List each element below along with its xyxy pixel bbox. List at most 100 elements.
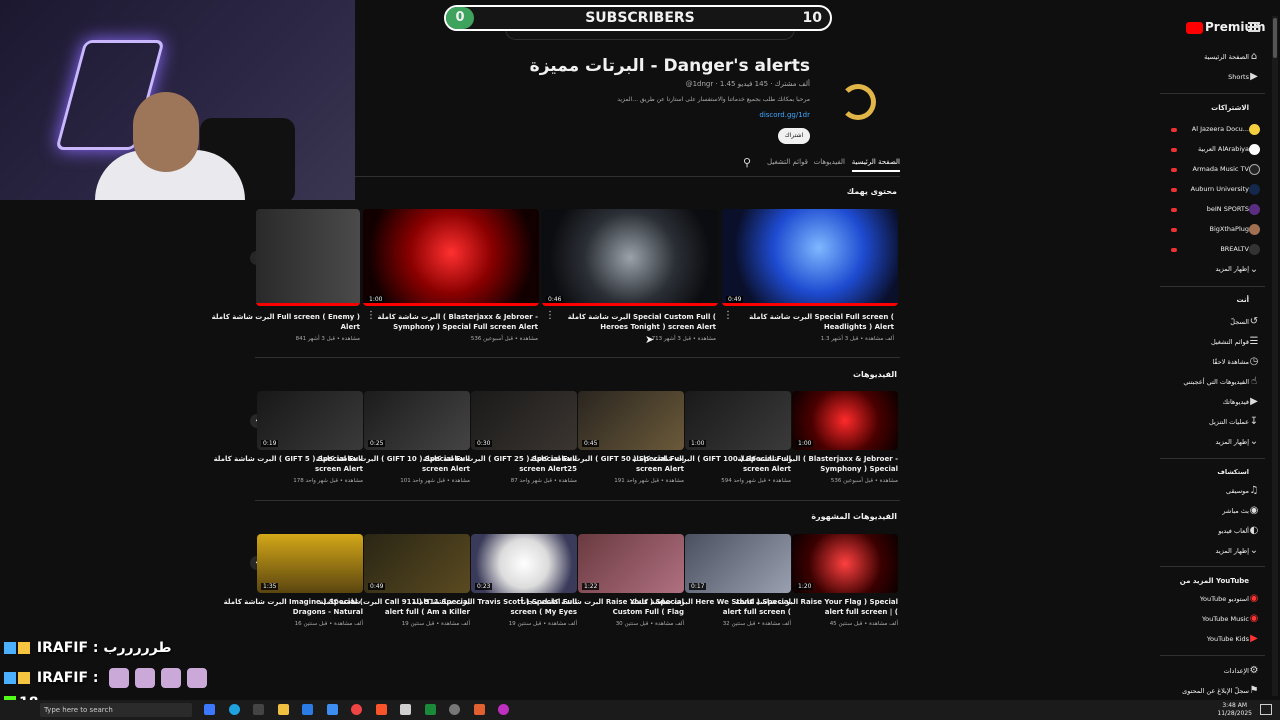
app-icon[interactable] <box>425 704 436 715</box>
video-title[interactable]: البرت شاشة كاملة ( GIFT 5 ) Special Full… <box>193 454 363 474</box>
sidebar-item-downloads[interactable]: عمليات التنزيل <box>1209 418 1249 426</box>
folder-icon[interactable] <box>278 704 289 715</box>
sidebar-subscription[interactable]: BigXthaPlug <box>1210 225 1249 233</box>
video-thumbnail[interactable]: 0:49 <box>364 534 470 593</box>
sidebar-item-music[interactable]: موسيقى <box>1226 487 1249 495</box>
notification-icon[interactable] <box>1260 704 1272 715</box>
studio-icon[interactable]: ◉ <box>1248 593 1260 605</box>
more-options-icon[interactable]: ⋮ <box>366 310 376 321</box>
home-icon[interactable]: ⌂ <box>1248 51 1260 63</box>
video-thumbnail[interactable]: 0:45 <box>578 391 684 450</box>
video-thumbnail[interactable]: 0:23 <box>471 534 577 593</box>
chevron-down-icon[interactable]: ⌄ <box>1248 545 1260 557</box>
your-videos-icon[interactable]: ▶ <box>1248 396 1260 408</box>
sidebar-subscription[interactable]: Al Jazeera Docu... <box>1192 125 1249 133</box>
sidebar-subscription[interactable]: BREALTV <box>1220 245 1249 253</box>
video-thumbnail[interactable]: 1:22 <box>578 534 684 593</box>
sidebar-item-studio[interactable]: YouTube استوديو <box>1200 595 1249 603</box>
subscribe-button[interactable]: اشتراك <box>778 128 810 144</box>
tab-videos[interactable]: الفيديوهات <box>814 158 845 166</box>
sidebar-item-liked[interactable]: الفيديوهات التي أعجبتني <box>1183 378 1249 386</box>
video-thumbnail[interactable]: 0:49 <box>722 209 898 306</box>
brave-icon[interactable] <box>376 704 387 715</box>
sidebar-item-home[interactable]: الصفحة الرئيسية <box>1204 53 1249 61</box>
video-title[interactable]: البرت شاشة كاملة Special Full screen ( H… <box>724 312 894 332</box>
menu-icon[interactable] <box>1248 22 1260 32</box>
music-icon[interactable]: ♫ <box>1248 485 1260 497</box>
history-icon[interactable]: ↺ <box>1248 316 1260 328</box>
sidebar-show-more[interactable]: إظهار المزيد <box>1215 265 1249 273</box>
channel-search-icon[interactable]: ⚲ <box>743 156 751 169</box>
video-thumbnail[interactable]: 1:00 <box>685 391 791 450</box>
app-icon[interactable] <box>204 704 215 715</box>
chevron-down-icon[interactable]: ⌄ <box>1248 264 1260 276</box>
sidebar-item-playlists[interactable]: قوائم التشغيل <box>1211 338 1249 346</box>
sidebar-heading-you[interactable]: أنت <box>1237 296 1249 304</box>
chrome-icon[interactable] <box>351 704 362 715</box>
video-thumbnail[interactable]: 1:00 <box>363 209 539 306</box>
video-title[interactable]: البرت شاشة كاملة Full screen ( Enemy ) A… <box>190 312 360 332</box>
sidebar-item-report[interactable]: سجلّ الإبلاغ عن المحتوى <box>1182 687 1249 695</box>
youtube-music-icon[interactable]: ◉ <box>1248 613 1260 625</box>
system-clock[interactable]: 3:48 AM 11/28/2025 <box>1217 702 1252 718</box>
tab-playlists[interactable]: قوائم التشغيل <box>767 158 808 166</box>
sidebar-subscription[interactable]: Armada Music TV <box>1193 165 1249 173</box>
video-thumbnail[interactable]: 0:17 <box>685 534 791 593</box>
sidebar-item-live[interactable]: بث مباشر <box>1222 507 1249 515</box>
mail-icon[interactable] <box>302 704 313 715</box>
video-thumbnail[interactable] <box>256 209 360 306</box>
video-thumbnail[interactable]: 0:25 <box>364 391 470 450</box>
sidebar-subscription[interactable]: Auburn University <box>1191 185 1249 193</box>
app-icon[interactable] <box>498 704 509 715</box>
gear-icon[interactable]: ⚙ <box>1248 665 1260 677</box>
sidebar-item-shorts[interactable]: Shorts <box>1228 73 1249 81</box>
clock-icon[interactable]: ◷ <box>1248 356 1260 368</box>
flag-icon[interactable]: ⚑ <box>1248 685 1260 697</box>
video-thumbnail[interactable]: 0:46 <box>542 209 718 306</box>
edge-icon[interactable] <box>229 704 240 715</box>
app-icon[interactable] <box>327 704 338 715</box>
tab-home[interactable]: الصفحة الرئيسية <box>851 158 900 172</box>
sidebar-show-more[interactable]: إظهار المزيد <box>1215 438 1249 446</box>
store-icon[interactable] <box>253 704 264 715</box>
obs-icon[interactable] <box>400 704 411 715</box>
youtube-kids-icon[interactable]: ▶ <box>1248 633 1260 645</box>
sidebar-item-settings[interactable]: الإعدادات <box>1224 667 1249 675</box>
app-icon[interactable] <box>474 704 485 715</box>
more-options-icon[interactable]: ⋮ <box>723 310 733 321</box>
playlists-icon[interactable]: ☰ <box>1248 336 1260 348</box>
sidebar-item-history[interactable]: السجلّ <box>1230 318 1249 326</box>
gaming-icon[interactable]: ◐ <box>1248 525 1260 537</box>
video-thumbnail[interactable]: 0:19 <box>257 391 363 450</box>
sidebar-item-your-videos[interactable]: فيديوهاتك <box>1223 398 1249 406</box>
video-thumbnail[interactable]: 1:00 <box>792 391 898 450</box>
channel-link[interactable]: discord.gg/1dr <box>650 111 810 119</box>
sidebar-item-yt-music[interactable]: YouTube Music <box>1202 615 1249 623</box>
thumbs-up-icon[interactable]: ☝ <box>1248 376 1260 388</box>
channel-avatar[interactable] <box>836 80 880 124</box>
sidebar-item-gaming[interactable]: ألعاب فيديو <box>1218 527 1249 535</box>
video-thumbnail[interactable]: 0:30 <box>471 391 577 450</box>
sidebar-show-more[interactable]: إظهار المزيد <box>1215 547 1249 555</box>
scrollbar-thumb[interactable] <box>1273 18 1277 58</box>
live-icon[interactable]: ◉ <box>1248 505 1260 517</box>
sidebar-item-yt-kids[interactable]: YouTube Kids <box>1207 635 1249 643</box>
video-thumbnail[interactable]: 1:35 <box>257 534 363 593</box>
video-title[interactable]: البرت شاشة كاملة ( Blasterjaxx & Jebroer… <box>368 312 538 332</box>
channel-description[interactable]: مرحبا بمكانك طلب بجميع خدماتنا والاستفسا… <box>560 96 810 103</box>
chevron-down-icon[interactable]: ⌄ <box>1248 436 1260 448</box>
video-title[interactable]: البرت شاشة كاملة Imagine ) Special ( Dra… <box>193 597 363 617</box>
sidebar-heading-subscriptions[interactable]: الاشتراكات <box>1211 104 1249 112</box>
sidebar-subscription[interactable]: العربية AlArabiya <box>1198 145 1249 153</box>
app-icon[interactable] <box>449 704 460 715</box>
scrollbar[interactable] <box>1272 16 1278 696</box>
video-thumbnail[interactable]: 1:20 <box>792 534 898 593</box>
more-options-icon[interactable]: ⋮ <box>545 310 555 321</box>
video-title[interactable]: البرت شاشة كاملة Special Custom Full ( H… <box>546 312 716 332</box>
video-meta: 841 مشاهدة • قبل 3 أشهر <box>295 336 360 342</box>
taskbar-search[interactable]: Type here to search <box>40 703 192 717</box>
shorts-icon[interactable]: ▶ <box>1248 71 1260 83</box>
download-icon[interactable]: ↧ <box>1248 416 1260 428</box>
sidebar-item-watch-later[interactable]: مشاهدة لاحقًا <box>1212 358 1249 366</box>
sidebar-subscription[interactable]: beIN SPORTS <box>1207 205 1249 213</box>
